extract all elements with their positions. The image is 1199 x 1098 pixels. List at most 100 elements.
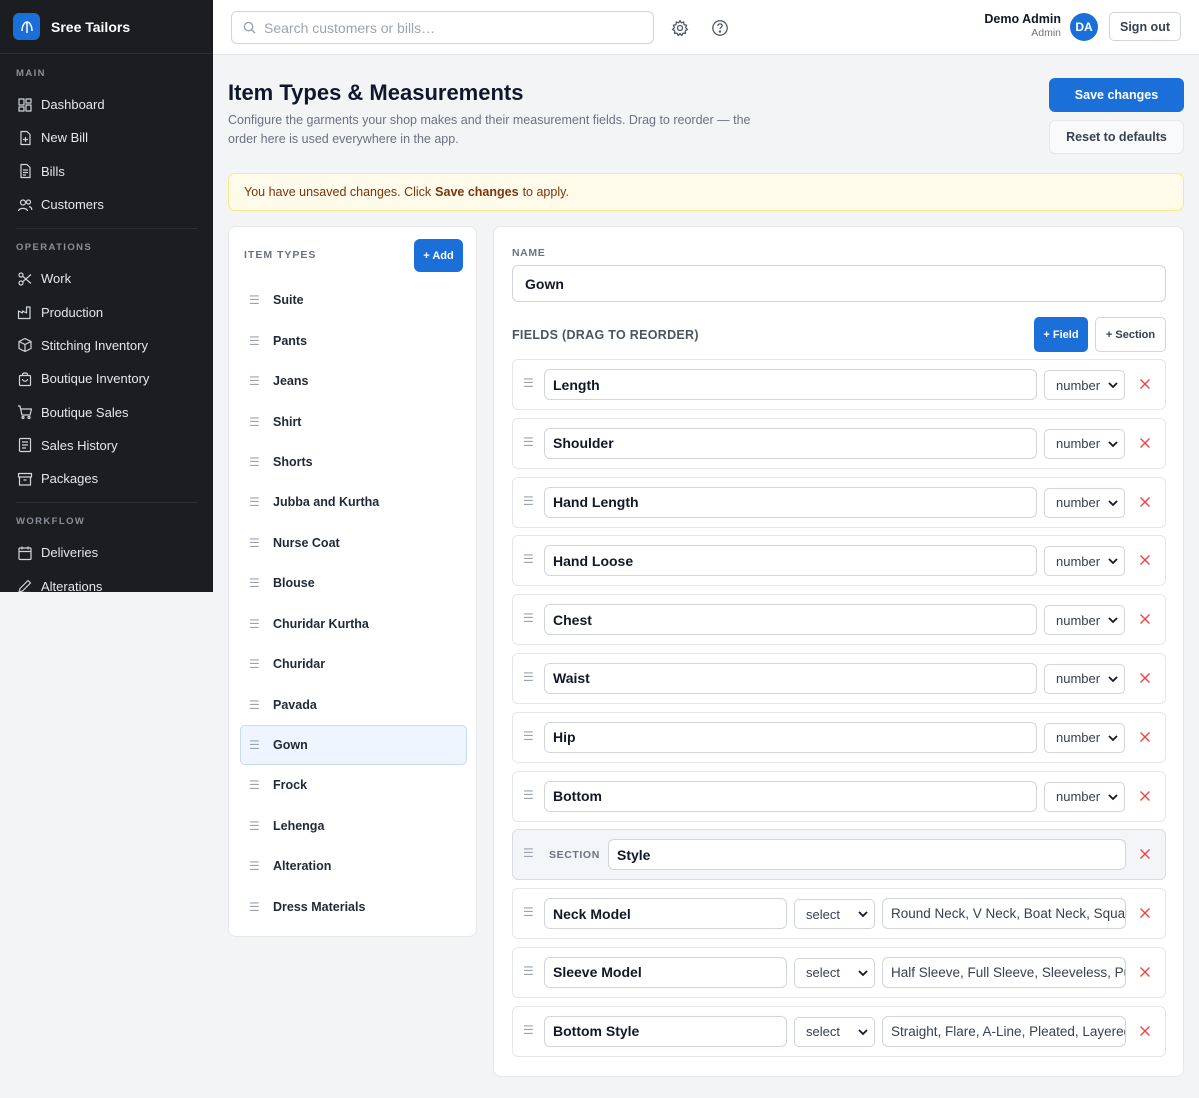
section-name-input[interactable]	[608, 839, 1126, 871]
drag-handle-icon[interactable]: ☰	[523, 376, 534, 390]
item-type-row[interactable]: ☰ Alteration	[240, 846, 467, 886]
drag-handle-icon[interactable]: ☰	[523, 494, 534, 508]
field-name-input[interactable]	[544, 780, 1037, 812]
help-icon[interactable]	[710, 18, 730, 38]
add-field-button[interactable]: + Field	[1034, 317, 1088, 352]
field-type-select[interactable]: number	[1044, 663, 1125, 694]
field-type-select[interactable]: select	[794, 957, 875, 988]
drag-handle-icon[interactable]: ☰	[523, 964, 534, 978]
item-type-row[interactable]: ☰ Nurse Coat	[240, 523, 467, 563]
drag-handle-icon[interactable]: ☰	[249, 576, 273, 590]
drag-handle-icon[interactable]: ☰	[249, 859, 273, 873]
drag-handle-icon[interactable]: ☰	[249, 374, 273, 388]
field-type-select[interactable]: number	[1044, 605, 1125, 636]
search-input[interactable]	[264, 19, 644, 36]
add-item-type-button[interactable]: + Add	[414, 239, 463, 272]
delete-field-close-icon[interactable]	[1138, 377, 1152, 391]
item-type-row[interactable]: ☰ Shirt	[240, 401, 467, 441]
drag-handle-icon[interactable]: ☰	[523, 552, 534, 566]
drag-handle-icon[interactable]: ☰	[249, 536, 273, 550]
item-type-row[interactable]: ☰ Frock	[240, 765, 467, 805]
field-name-input[interactable]	[544, 369, 1037, 400]
field-options-input[interactable]	[882, 1015, 1126, 1047]
save-changes-button[interactable]: Save changes	[1049, 78, 1184, 112]
field-options-input[interactable]	[882, 956, 1126, 988]
drag-handle-icon[interactable]: ☰	[249, 293, 273, 307]
sidebar-item-work[interactable]: Work	[0, 262, 213, 295]
field-type-select[interactable]: select	[794, 1016, 875, 1047]
field-name-input[interactable]	[544, 427, 1037, 459]
field-name-input[interactable]	[544, 604, 1037, 636]
delete-field-close-icon[interactable]	[1138, 730, 1152, 744]
delete-field-close-icon[interactable]	[1138, 553, 1152, 567]
drag-handle-icon[interactable]: ☰	[249, 900, 273, 914]
item-type-row[interactable]: ☰ Lehenga	[240, 806, 467, 846]
reset-defaults-button[interactable]: Reset to defaults	[1049, 120, 1184, 154]
delete-field-close-icon[interactable]	[1138, 436, 1152, 450]
field-type-select[interactable]: number	[1044, 370, 1125, 400]
drag-handle-icon[interactable]: ☰	[523, 670, 534, 684]
drag-handle-icon[interactable]: ☰	[523, 905, 534, 919]
field-type-select[interactable]: number	[1044, 487, 1125, 518]
field-type-select[interactable]: number	[1044, 546, 1125, 577]
drag-handle-icon[interactable]: ☰	[249, 819, 273, 833]
delete-field-close-icon[interactable]	[1138, 847, 1152, 861]
delete-field-close-icon[interactable]	[1138, 1024, 1152, 1038]
drag-handle-icon[interactable]: ☰	[249, 334, 273, 348]
field-name-input[interactable]	[544, 545, 1037, 577]
item-type-row[interactable]: ☰ Jeans	[240, 361, 467, 401]
item-type-row[interactable]: ☰ Blouse	[240, 563, 467, 603]
sidebar-item-customers[interactable]: Customers	[0, 188, 213, 221]
item-name-input[interactable]	[512, 265, 1166, 302]
avatar[interactable]: DA	[1070, 13, 1098, 41]
brand[interactable]: Sree Tailors	[0, 0, 213, 54]
item-type-row[interactable]: ☰ Pants	[240, 320, 467, 360]
settings-gear-icon[interactable]	[670, 18, 690, 38]
delete-field-close-icon[interactable]	[1138, 495, 1152, 509]
item-type-row[interactable]: ☰ Pavada	[240, 684, 467, 724]
drag-handle-icon[interactable]: ☰	[523, 846, 534, 860]
item-type-row[interactable]: ☰ Jubba and Kurtha	[240, 482, 467, 522]
field-name-input[interactable]	[544, 721, 1037, 753]
drag-handle-icon[interactable]: ☰	[249, 698, 273, 712]
sidebar-item-sales-history[interactable]: Sales History	[0, 429, 213, 462]
drag-handle-icon[interactable]: ☰	[249, 455, 273, 469]
sidebar-item-production[interactable]: Production	[0, 295, 213, 328]
sidebar-item-packages[interactable]: Packages	[0, 462, 213, 495]
item-type-row[interactable]: ☰ Dress Materials	[240, 887, 467, 927]
drag-handle-icon[interactable]: ☰	[523, 1023, 534, 1037]
item-type-row[interactable]: ☰ Churidar Kurtha	[240, 604, 467, 644]
field-type-select[interactable]: number	[1044, 781, 1125, 812]
delete-field-close-icon[interactable]	[1138, 965, 1152, 979]
drag-handle-icon[interactable]: ☰	[523, 435, 534, 449]
drag-handle-icon[interactable]: ☰	[249, 657, 273, 671]
sidebar-item-stitching-inventory[interactable]: Stitching Inventory	[0, 329, 213, 362]
drag-handle-icon[interactable]: ☰	[523, 729, 534, 743]
add-section-button[interactable]: + Section	[1095, 317, 1166, 352]
sidebar-item-alterations[interactable]: Alterations	[0, 570, 213, 592]
delete-field-close-icon[interactable]	[1138, 789, 1152, 803]
sidebar-item-boutique-sales[interactable]: Boutique Sales	[0, 395, 213, 428]
drag-handle-icon[interactable]: ☰	[249, 617, 273, 631]
field-type-select[interactable]: number	[1044, 722, 1125, 753]
sidebar-item-dashboard[interactable]: Dashboard	[0, 88, 213, 121]
item-type-row[interactable]: ☰ Suite	[240, 280, 467, 320]
drag-handle-icon[interactable]: ☰	[249, 738, 273, 752]
field-name-input[interactable]	[544, 486, 1037, 518]
delete-field-close-icon[interactable]	[1138, 671, 1152, 685]
drag-handle-icon[interactable]: ☰	[523, 788, 534, 802]
search-box[interactable]	[231, 11, 654, 44]
field-name-input[interactable]	[544, 1015, 787, 1047]
item-type-row[interactable]: ☰ Shorts	[240, 442, 467, 482]
sidebar-item-deliveries[interactable]: Deliveries	[0, 536, 213, 569]
drag-handle-icon[interactable]: ☰	[523, 611, 534, 625]
field-name-input[interactable]	[544, 898, 787, 930]
sidebar-item-new-bill[interactable]: New Bill	[0, 121, 213, 154]
sidebar-item-boutique-inventory[interactable]: Boutique Inventory	[0, 362, 213, 395]
field-name-input[interactable]	[544, 662, 1037, 694]
field-name-input[interactable]	[544, 956, 787, 988]
field-options-input[interactable]	[882, 898, 1126, 930]
item-type-row[interactable]: ☰ Churidar	[240, 644, 467, 684]
field-type-select[interactable]: number	[1044, 428, 1125, 459]
field-type-select[interactable]: select	[794, 899, 875, 930]
